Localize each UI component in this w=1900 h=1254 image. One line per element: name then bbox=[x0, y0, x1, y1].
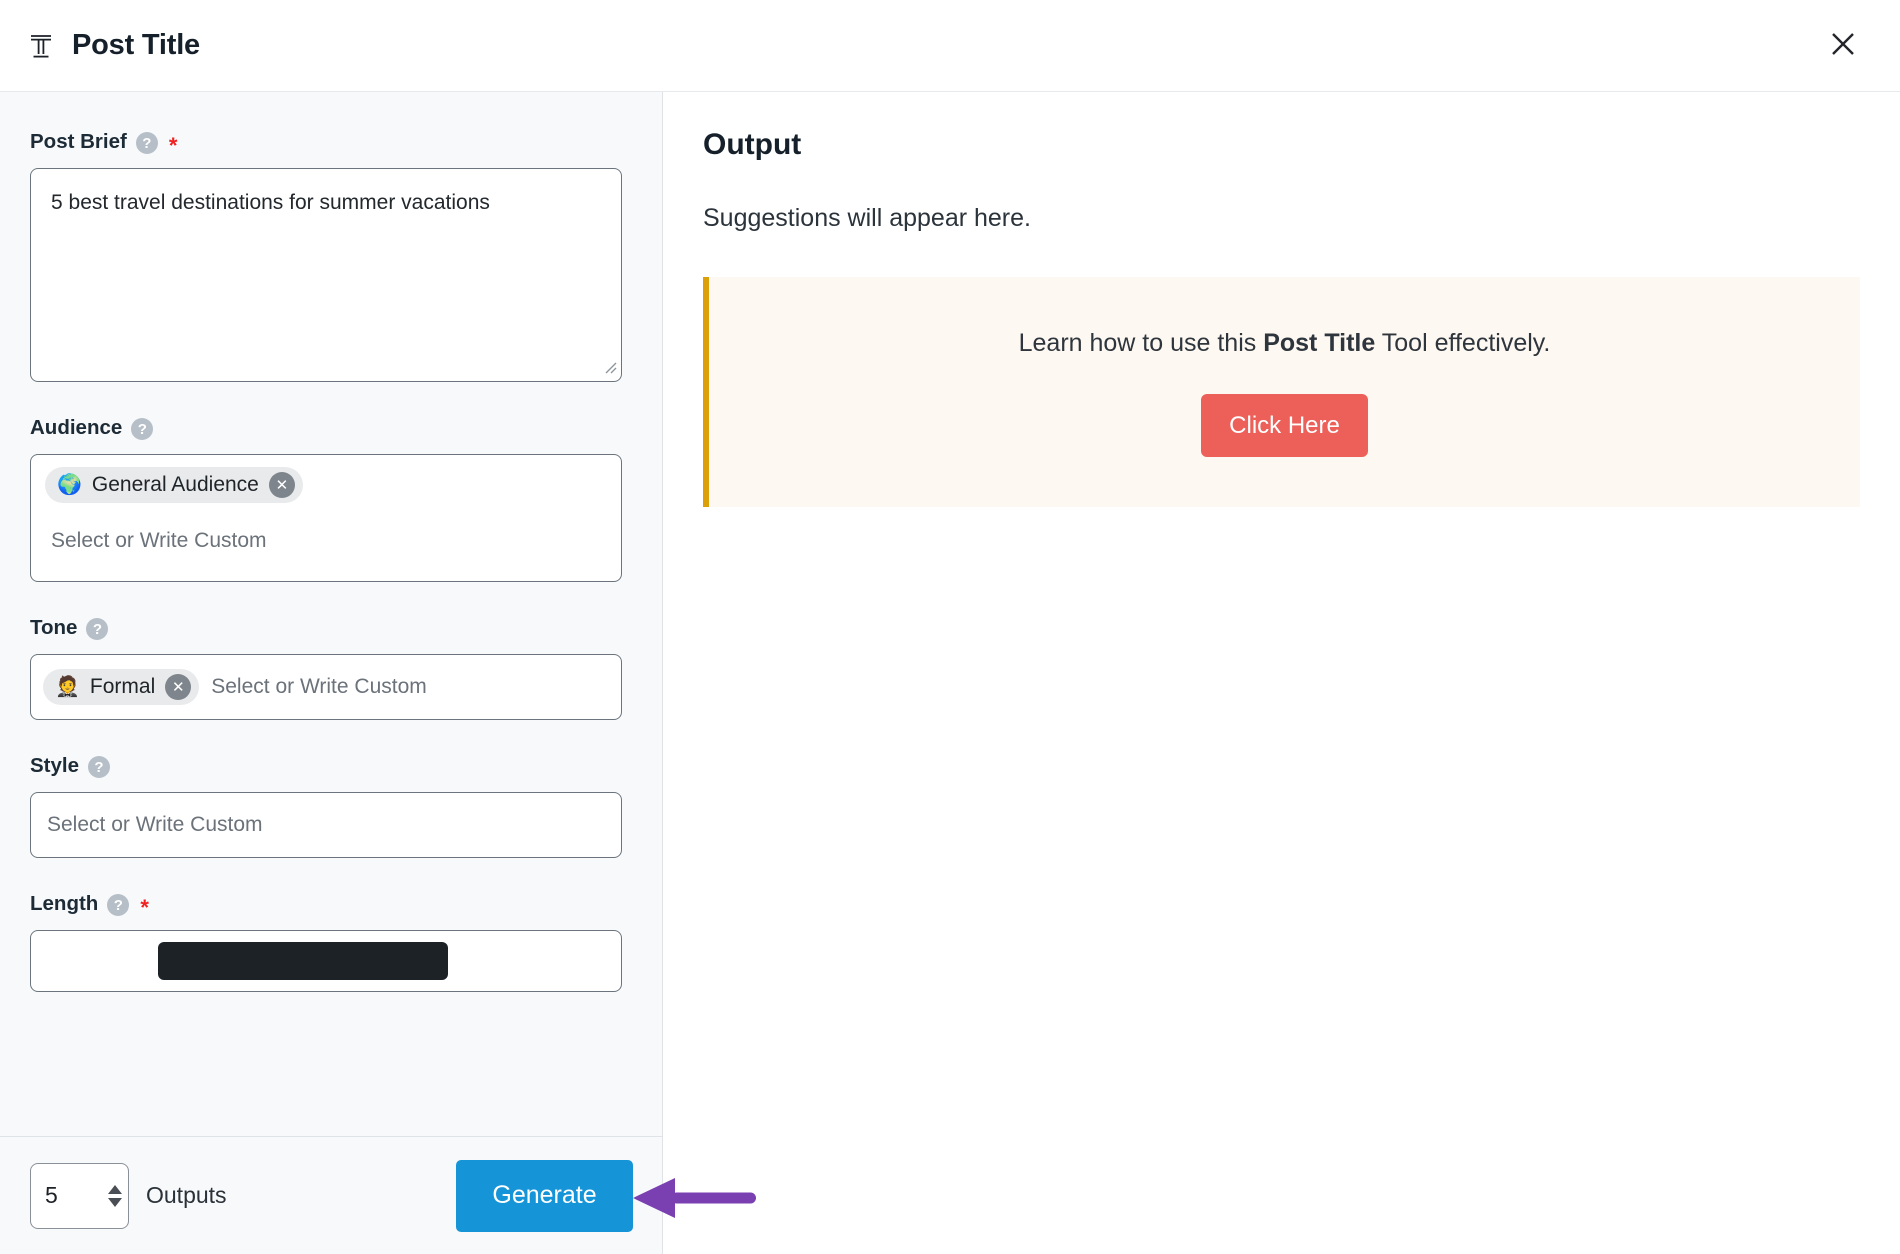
post-title-tool-modal: Post Title Post Brief ? * 5 best travel … bbox=[0, 0, 1900, 1254]
close-button[interactable] bbox=[1820, 23, 1866, 69]
length-label: Length bbox=[30, 892, 99, 915]
field-tone: Tone ? 🤵 Formal ✕ Select or Write Custom bbox=[30, 616, 632, 720]
remove-chip-icon[interactable]: ✕ bbox=[165, 674, 192, 700]
tone-label: Tone bbox=[30, 616, 78, 639]
chip-label: General Audience bbox=[91, 473, 259, 496]
required-marker: * bbox=[140, 895, 149, 920]
question-mark-icon[interactable]: ? bbox=[88, 756, 110, 778]
field-length: Length ? * bbox=[30, 892, 632, 992]
promo-text-before: Learn how to use this bbox=[1018, 329, 1264, 357]
style-label-row: Style ? bbox=[30, 754, 632, 778]
person-in-tuxedo-icon: 🤵 bbox=[55, 676, 80, 698]
style-select[interactable]: Select or Write Custom bbox=[30, 792, 622, 858]
generate-button[interactable]: Generate bbox=[456, 1159, 633, 1232]
chip-formal: 🤵 Formal ✕ bbox=[43, 669, 200, 705]
outputs-count-value[interactable]: 5 bbox=[45, 1182, 100, 1209]
remove-chip-icon[interactable]: ✕ bbox=[268, 472, 295, 498]
field-style: Style ? Select or Write Custom bbox=[30, 754, 632, 858]
output-empty-message: Suggestions will appear here. bbox=[703, 204, 1031, 232]
form-footer-bar: 5 Outputs Generate bbox=[0, 1136, 662, 1254]
stepper-down-arrow-icon[interactable] bbox=[108, 1197, 122, 1207]
form-scroll-region[interactable]: Post Brief ? * 5 best travel destination… bbox=[0, 92, 662, 1254]
output-heading: Output bbox=[703, 128, 802, 161]
style-placeholder: Select or Write Custom bbox=[47, 813, 263, 836]
question-mark-icon[interactable]: ? bbox=[131, 418, 154, 440]
post-brief-label: Post Brief bbox=[30, 130, 127, 153]
question-mark-icon[interactable]: ? bbox=[107, 894, 130, 916]
promo-callout: Learn how to use this Post Title Tool ef… bbox=[703, 277, 1860, 507]
outputs-count-stepper[interactable]: 5 bbox=[30, 1162, 129, 1229]
promo-text: Learn how to use this Post Title Tool ef… bbox=[739, 329, 1830, 358]
text-title-icon bbox=[26, 29, 56, 63]
earth-globe-icon: 🌍 bbox=[57, 474, 82, 496]
question-mark-icon[interactable]: ? bbox=[86, 618, 109, 640]
page-title: Post Title bbox=[72, 29, 200, 61]
chip-label: Formal bbox=[89, 675, 156, 698]
tone-placeholder: Select or Write Custom bbox=[211, 675, 427, 698]
tone-label-row: Tone ? bbox=[30, 616, 632, 640]
audience-label-row: Audience ? bbox=[30, 416, 632, 440]
style-label: Style bbox=[30, 754, 79, 777]
stepper-arrows[interactable] bbox=[108, 1184, 122, 1207]
close-icon bbox=[1827, 28, 1859, 63]
post-brief-input[interactable] bbox=[30, 168, 622, 382]
click-here-button[interactable]: Click Here bbox=[1201, 394, 1368, 457]
form-panel: Post Brief ? * 5 best travel destination… bbox=[0, 92, 663, 1254]
tone-select[interactable]: 🤵 Formal ✕ Select or Write Custom bbox=[30, 654, 622, 720]
length-label-row: Length ? * bbox=[30, 892, 632, 920]
post-brief-label-row: Post Brief ? * bbox=[30, 130, 632, 158]
question-mark-icon[interactable]: ? bbox=[135, 132, 158, 154]
audience-select[interactable]: 🌍 General Audience ✕ Select or Write Cus… bbox=[30, 454, 622, 582]
modal-body: Post Brief ? * 5 best travel destination… bbox=[0, 92, 1900, 1254]
modal-header-left: Post Title bbox=[26, 29, 200, 63]
required-marker: * bbox=[168, 133, 178, 158]
audience-placeholder: Select or Write Custom bbox=[51, 529, 267, 552]
modal-header: Post Title bbox=[0, 0, 1900, 92]
length-select[interactable] bbox=[30, 930, 622, 992]
outputs-label: Outputs bbox=[146, 1182, 227, 1208]
promo-text-after: Tool effectively. bbox=[1375, 329, 1551, 357]
field-audience: Audience ? 🌍 General Audience ✕ Select o… bbox=[30, 416, 632, 582]
audience-label: Audience bbox=[30, 416, 123, 439]
field-post-brief: Post Brief ? * bbox=[30, 130, 632, 382]
output-panel: Output Suggestions will appear here. Lea… bbox=[663, 92, 1900, 1254]
chip-general-audience: 🌍 General Audience ✕ bbox=[45, 467, 303, 503]
length-selected-chip bbox=[158, 942, 448, 980]
stepper-up-arrow-icon[interactable] bbox=[108, 1184, 122, 1194]
promo-text-tool-name: Post Title bbox=[1263, 329, 1376, 357]
